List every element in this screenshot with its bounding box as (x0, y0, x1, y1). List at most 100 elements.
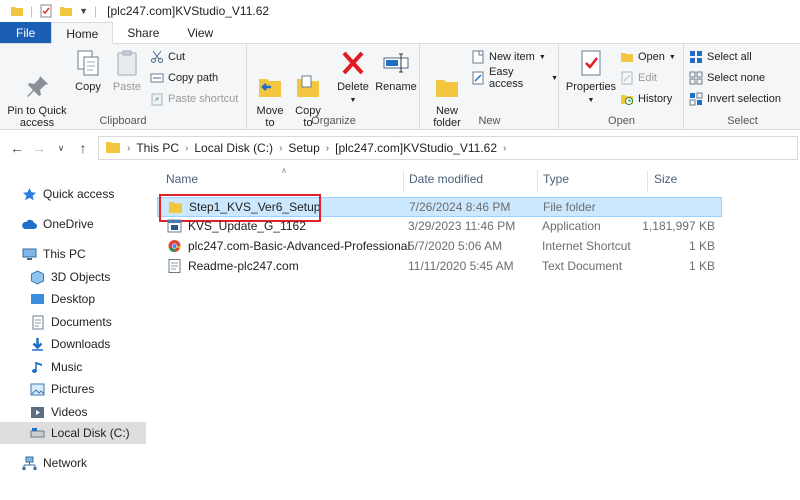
file-type: Internet Shortcut (542, 239, 631, 253)
organize-group-label: Organize (311, 115, 356, 127)
rename-icon (381, 48, 411, 78)
address-folder-icon (105, 140, 121, 157)
tab-home[interactable]: Home (51, 22, 114, 44)
paste-button[interactable]: Paste (108, 48, 146, 93)
column-header-type[interactable]: Type (543, 172, 569, 186)
column-header-name[interactable]: Name (166, 172, 198, 186)
sidebar-item-onedrive[interactable]: OneDrive (22, 214, 94, 234)
copy-button[interactable]: Copy (72, 48, 104, 93)
star-icon (22, 187, 37, 202)
toolbar-divider: | (94, 4, 98, 18)
sidebar-item-label: 3D Objects (51, 270, 111, 284)
new-item-button[interactable]: New item ▼ (471, 48, 546, 66)
column-header-date-modified[interactable]: Date modified (409, 172, 483, 186)
open-button[interactable]: Open ▼ (620, 48, 676, 66)
move-to-icon (255, 60, 285, 97)
breadcrumb-separator-icon[interactable]: › (127, 143, 130, 154)
sidebar-item-quick-access[interactable]: Quick access (22, 184, 114, 204)
folder-icon (10, 4, 24, 18)
new-folder-icon[interactable] (59, 4, 73, 18)
file-type: File folder (543, 200, 596, 214)
breadcrumb-setup[interactable]: Setup (288, 141, 319, 155)
up-arrow-icon[interactable]: ↑ (72, 140, 94, 156)
tab-view[interactable]: View (173, 22, 227, 43)
recent-locations-chevron-icon[interactable]: ∨ (50, 143, 72, 154)
file-date-modified: 7/26/2024 8:46 PM (409, 200, 511, 214)
invert-selection-button[interactable]: Invert selection (689, 90, 781, 108)
copy-path-button[interactable]: Copy path (150, 69, 218, 87)
tab-share[interactable]: Share (113, 22, 173, 43)
breadcrumb-separator-icon[interactable]: › (503, 143, 506, 154)
table-row[interactable]: KVS_Update_G_1162 3/29/2023 11:46 PM App… (157, 217, 722, 237)
properties-dropdown-icon: ▼ (587, 97, 595, 104)
ribbon: Pin to Quick access Copy Paste Cut Copy … (0, 44, 800, 130)
properties-icon[interactable] (39, 4, 53, 18)
properties-button[interactable]: Properties ▼ (564, 48, 618, 107)
table-row[interactable]: Readme-plc247.com 11/11/2020 5:45 AM Tex… (157, 257, 722, 277)
history-button[interactable]: History (620, 90, 672, 108)
column-divider[interactable] (537, 170, 538, 192)
paste-shortcut-icon (150, 92, 164, 106)
sidebar-item-pictures[interactable]: Pictures (30, 379, 94, 399)
sidebar-item-local-disk[interactable]: Local Disk (C:) (0, 422, 146, 444)
file-date-modified: 5/7/2020 5:06 AM (408, 239, 503, 253)
desktop-icon (30, 292, 45, 307)
navigation-pane: Quick access OneDrive This PC 3D Objects… (0, 176, 150, 500)
music-icon (30, 360, 45, 375)
sidebar-item-label: Local Disk (C:) (51, 426, 130, 440)
breadcrumb-separator-icon[interactable]: › (326, 143, 329, 154)
clipboard-icon (112, 48, 142, 78)
column-divider[interactable] (647, 170, 648, 192)
sidebar-item-downloads[interactable]: Downloads (30, 334, 110, 354)
select-group: Select all Select none Invert selection … (685, 44, 800, 130)
file-name: KVS_Update_G_1162 (188, 219, 306, 233)
file-name-cell: Step1_KVS_Ver6_Setup (168, 200, 320, 214)
properties-label: Properties (565, 81, 617, 93)
clipboard-group: Pin to Quick access Copy Paste Cut Copy … (0, 44, 247, 130)
cut-button[interactable]: Cut (150, 48, 185, 66)
tab-file[interactable]: File (0, 22, 52, 43)
table-row[interactable]: plc247.com-Basic-Advanced-Professional 5… (157, 237, 722, 257)
column-header-size[interactable]: Size (654, 172, 677, 186)
rename-button[interactable]: Rename (374, 48, 418, 93)
easy-access-button[interactable]: Easy access ▼ (471, 66, 558, 90)
cloud-icon (22, 217, 37, 232)
sidebar-item-network[interactable]: Network (22, 453, 87, 473)
folder-icon (168, 200, 183, 214)
sidebar-item-label: Desktop (51, 292, 96, 306)
breadcrumb-current-folder[interactable]: [plc247.com]KVStudio_V11.62 (335, 141, 497, 155)
invert-selection-icon (689, 92, 703, 106)
back-arrow-icon[interactable]: ← (6, 140, 28, 156)
sidebar-item-label: Pictures (51, 382, 95, 396)
paste-shortcut-button[interactable]: Paste shortcut (150, 90, 238, 108)
forward-arrow-icon[interactable]: → (28, 140, 50, 156)
text-file-icon (167, 259, 182, 273)
breadcrumb-separator-icon[interactable]: › (185, 143, 188, 154)
select-group-label: Select (727, 115, 758, 127)
breadcrumb-separator-icon[interactable]: › (279, 143, 282, 154)
new-group-label: New (478, 115, 501, 127)
sidebar-item-videos[interactable]: Videos (30, 402, 87, 422)
new-folder-icon (432, 60, 462, 97)
sidebar-item-documents[interactable]: Documents (30, 312, 112, 332)
videos-icon (30, 405, 45, 420)
file-date-modified: 11/11/2020 5:45 AM (408, 259, 514, 273)
select-all-button[interactable]: Select all (689, 48, 752, 66)
address-bar[interactable]: › This PC › Local Disk (C:) › Setup › [p… (98, 136, 798, 160)
sidebar-item-desktop[interactable]: Desktop (30, 289, 95, 309)
sidebar-item-this-pc[interactable]: This PC (22, 244, 86, 264)
sidebar-item-label: Documents (51, 315, 112, 329)
file-name-cell: plc247.com-Basic-Advanced-Professional (167, 239, 410, 253)
table-row[interactable]: Step1_KVS_Ver6_Setup 7/26/2024 8:46 PM F… (157, 194, 722, 222)
breadcrumb-this-pc[interactable]: This PC (136, 141, 179, 155)
delete-button[interactable]: Delete ▼ (334, 48, 372, 107)
sidebar-item-music[interactable]: Music (30, 357, 82, 377)
select-none-icon (689, 71, 703, 85)
breadcrumb-local-disk[interactable]: Local Disk (C:) (194, 141, 273, 155)
column-divider[interactable] (403, 170, 404, 192)
customize-quick-access-icon[interactable]: ▼ (79, 6, 88, 16)
new-item-icon (471, 50, 485, 64)
sidebar-item-3d-objects[interactable]: 3D Objects (30, 267, 110, 287)
edit-button[interactable]: Edit (620, 69, 657, 87)
select-none-button[interactable]: Select none (689, 69, 765, 87)
